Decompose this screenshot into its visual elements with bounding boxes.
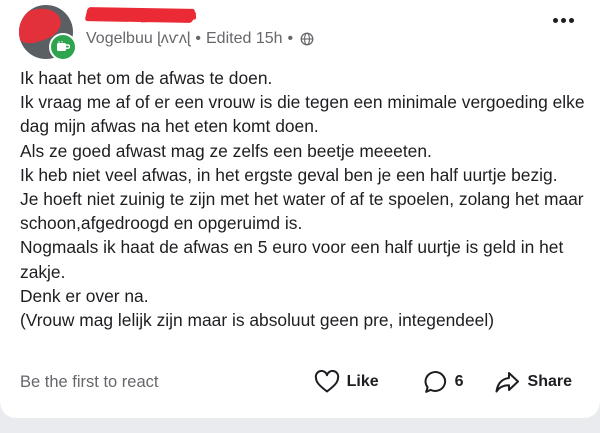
post-card: Vogelbuu ɭʌѵʌɭ • Edited 15h • Ik haat he… (0, 0, 600, 418)
share-arrow-icon (495, 372, 519, 393)
post-line: Ik haat het om de afwas te doen. (20, 68, 273, 88)
post-line: Ik heb niet veel afwas, in het ergste ge… (20, 164, 558, 185)
post-line: Je hoeft niet zuinig te zijn met het wat… (20, 189, 584, 234)
post-line: Denk er over na. (20, 285, 149, 306)
globe-icon (300, 32, 314, 46)
post-line: Nogmaals ik haat de afwas en 5 euro voor… (20, 237, 564, 282)
react-prompt[interactable]: Be the first to react (20, 373, 314, 392)
post-body: Ik haat het om de afwas te doen. Ik vraa… (20, 66, 590, 332)
comment-bubble-icon (424, 370, 446, 393)
heart-icon (314, 370, 339, 393)
coffee-cup-icon (49, 33, 77, 61)
share-button[interactable]: Share (494, 370, 572, 394)
share-label: Share (527, 373, 572, 390)
post-line: Als ze goed afwast mag ze zelfs een beet… (20, 140, 432, 161)
post-line: Ik vraag me af of er een vrouw is die te… (20, 92, 585, 137)
post-meta: Vogelbuu ɭʌѵʌɭ • Edited 15h • (86, 30, 314, 48)
group-name[interactable]: Vogelbuu ɭʌѵʌɭ (86, 30, 190, 48)
post-actions: Be the first to react Like 6 Share (20, 368, 572, 396)
comment-count: 6 (454, 373, 464, 390)
meta-separator: • (287, 30, 294, 47)
edited-time[interactable]: Edited 15h (206, 30, 283, 48)
like-label: Like (346, 373, 379, 390)
post-line: (Vrouw mag lelijk zijn maar is absoluut … (20, 310, 494, 331)
meta-separator: • (195, 30, 201, 47)
more-options-icon[interactable] (553, 18, 574, 23)
like-button[interactable]: Like (314, 370, 379, 394)
comment-button[interactable]: 6 (423, 369, 464, 395)
